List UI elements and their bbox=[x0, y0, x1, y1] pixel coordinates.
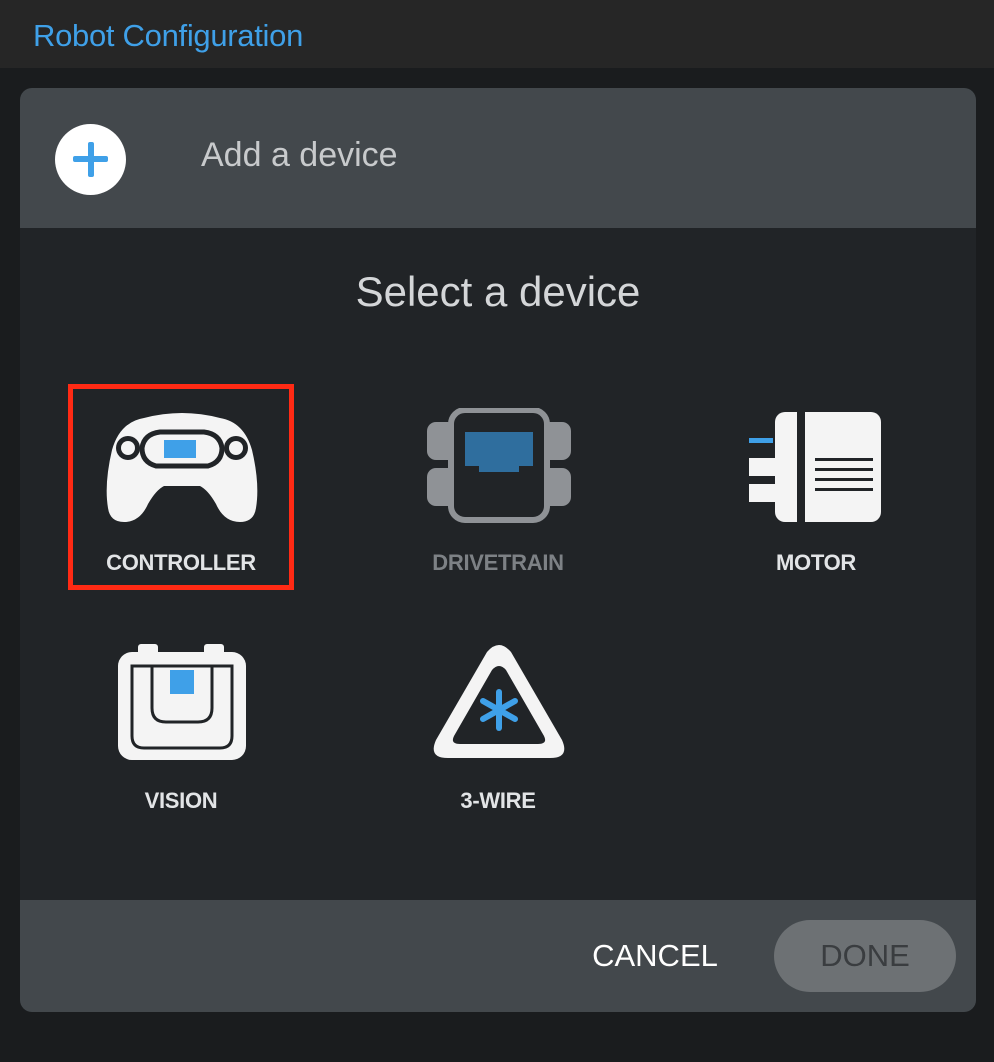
window-title: Robot Configuration bbox=[33, 18, 304, 53]
device-label-drivetrain: DRIVETRAIN bbox=[432, 550, 564, 575]
controller-icon[interactable] bbox=[104, 412, 260, 524]
device-label-controller: CONTROLLER bbox=[106, 550, 256, 575]
dialog-footer: CANCEL DONE bbox=[20, 900, 976, 1012]
select-device-title: Select a device bbox=[355, 268, 641, 315]
drivetrain-icon bbox=[427, 408, 571, 523]
device-label-motor: MOTOR bbox=[776, 550, 856, 575]
add-device-header[interactable]: Add a device bbox=[20, 88, 976, 228]
add-device-dialog: Add a device Select a device CONTROLLER … bbox=[20, 88, 976, 1012]
title-bar: Robot Configuration bbox=[0, 0, 994, 68]
device-label-three-wire: 3-WIRE bbox=[460, 788, 536, 813]
vision-icon[interactable] bbox=[116, 644, 248, 762]
add-device-label: Add a device bbox=[201, 136, 398, 174]
three-wire-icon[interactable] bbox=[430, 642, 568, 762]
motor-icon[interactable] bbox=[747, 410, 883, 524]
done-button[interactable]: DONE bbox=[774, 920, 956, 992]
plus-icon bbox=[73, 142, 108, 177]
device-label-vision: VISION bbox=[144, 788, 218, 813]
add-device-button[interactable] bbox=[55, 124, 126, 195]
cancel-button[interactable]: CANCEL bbox=[580, 930, 730, 982]
